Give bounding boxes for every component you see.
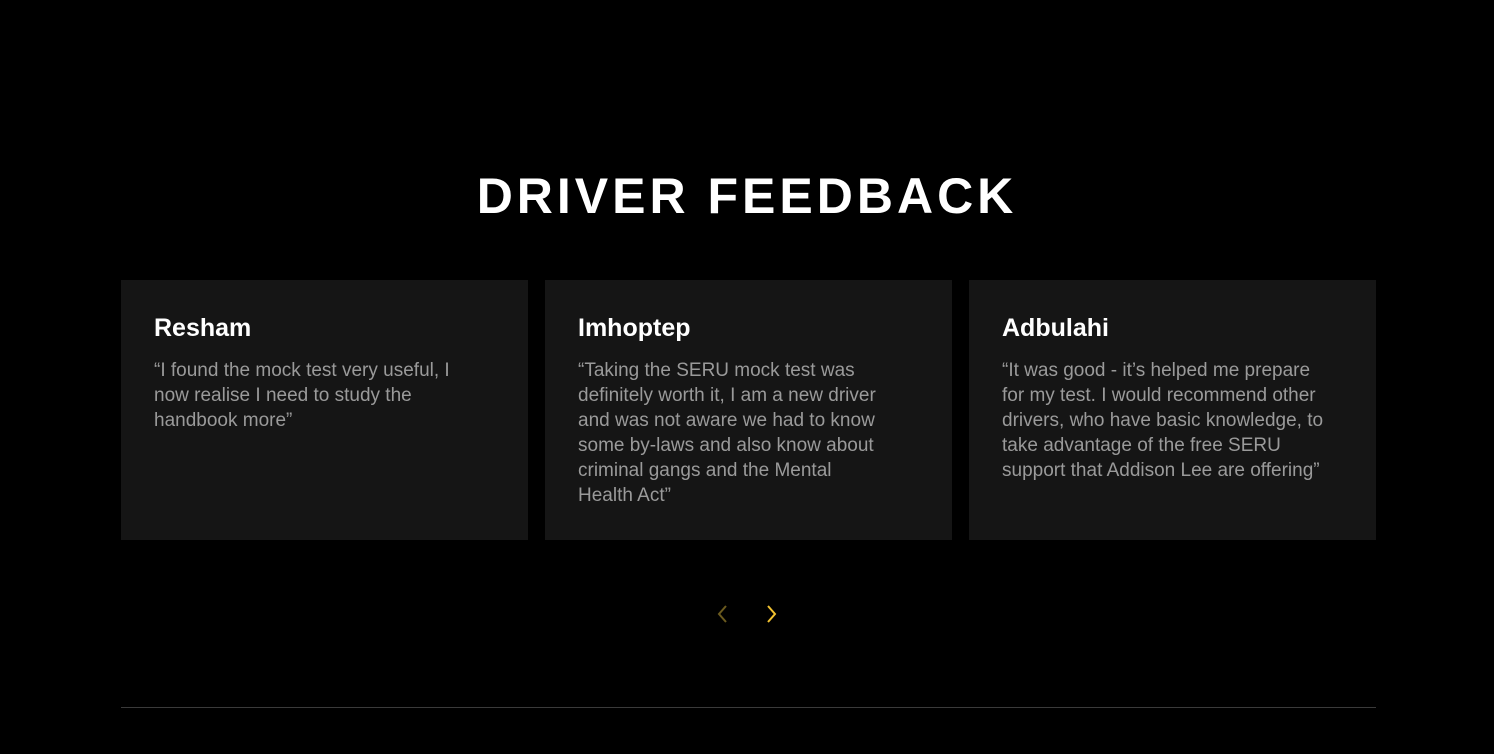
testimonial-card: Imhoptep “Taking the SERU mock test was … <box>545 280 952 540</box>
section-title: DRIVER FEEDBACK <box>476 168 1018 224</box>
section-divider <box>121 707 1376 708</box>
testimonial-card: Resham “I found the mock test very usefu… <box>121 280 528 540</box>
testimonial-name: Adbulahi <box>1002 314 1109 342</box>
chevron-left-icon <box>717 605 727 623</box>
testimonial-quote: “Taking the SERU mock test was definitel… <box>578 360 876 506</box>
testimonial-card: Adbulahi “It was good - it’s helped me p… <box>969 280 1376 540</box>
chevron-right-icon <box>767 605 777 623</box>
testimonial-quote: “It was good - it’s helped me prepare fo… <box>1002 360 1324 481</box>
carousel-nav <box>0 598 1494 630</box>
testimonial-name: Imhoptep <box>578 314 691 342</box>
carousel-prev-button[interactable] <box>715 598 731 630</box>
testimonial-quote: “I found the mock test very useful, I no… <box>154 360 450 431</box>
carousel-next-button[interactable] <box>763 598 779 630</box>
testimonial-name: Resham <box>154 314 252 342</box>
testimonial-cards: Resham “I found the mock test very usefu… <box>121 280 1376 540</box>
